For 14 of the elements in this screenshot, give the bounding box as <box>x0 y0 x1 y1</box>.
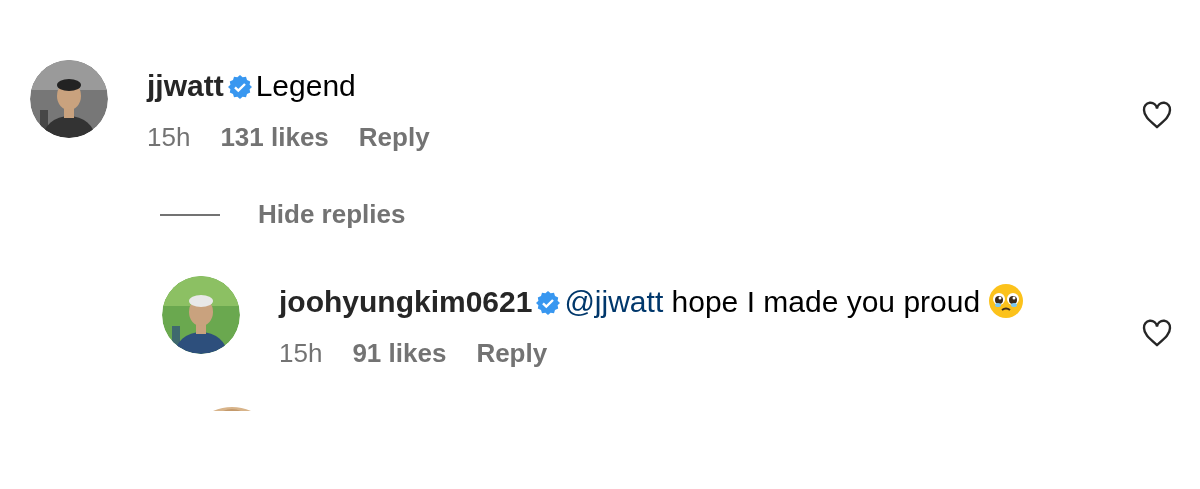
likes-link[interactable]: 91 likes <box>352 338 447 369</box>
comment-text: jjwatt Legend <box>147 68 357 104</box>
comment-text: joohyungkim0621 @jjwatt hope I made you proud <box>279 280 1039 324</box>
username-link[interactable]: jjwatt <box>147 69 224 102</box>
reply-link[interactable]: Reply <box>358 122 430 153</box>
likes-link[interactable]: 131 likes <box>220 122 329 153</box>
heart-icon[interactable] <box>1142 100 1172 129</box>
mention-link[interactable]: @jjwatt <box>564 285 664 318</box>
username-link[interactable]: joohyungkim0621 <box>279 285 533 318</box>
hide-replies-button[interactable]: Hide replies <box>258 199 406 230</box>
timestamp: 15h <box>147 122 191 153</box>
heart-icon[interactable] <box>1142 318 1172 347</box>
timestamp: 15h <box>279 338 323 369</box>
reply-link[interactable]: Reply <box>476 338 548 369</box>
